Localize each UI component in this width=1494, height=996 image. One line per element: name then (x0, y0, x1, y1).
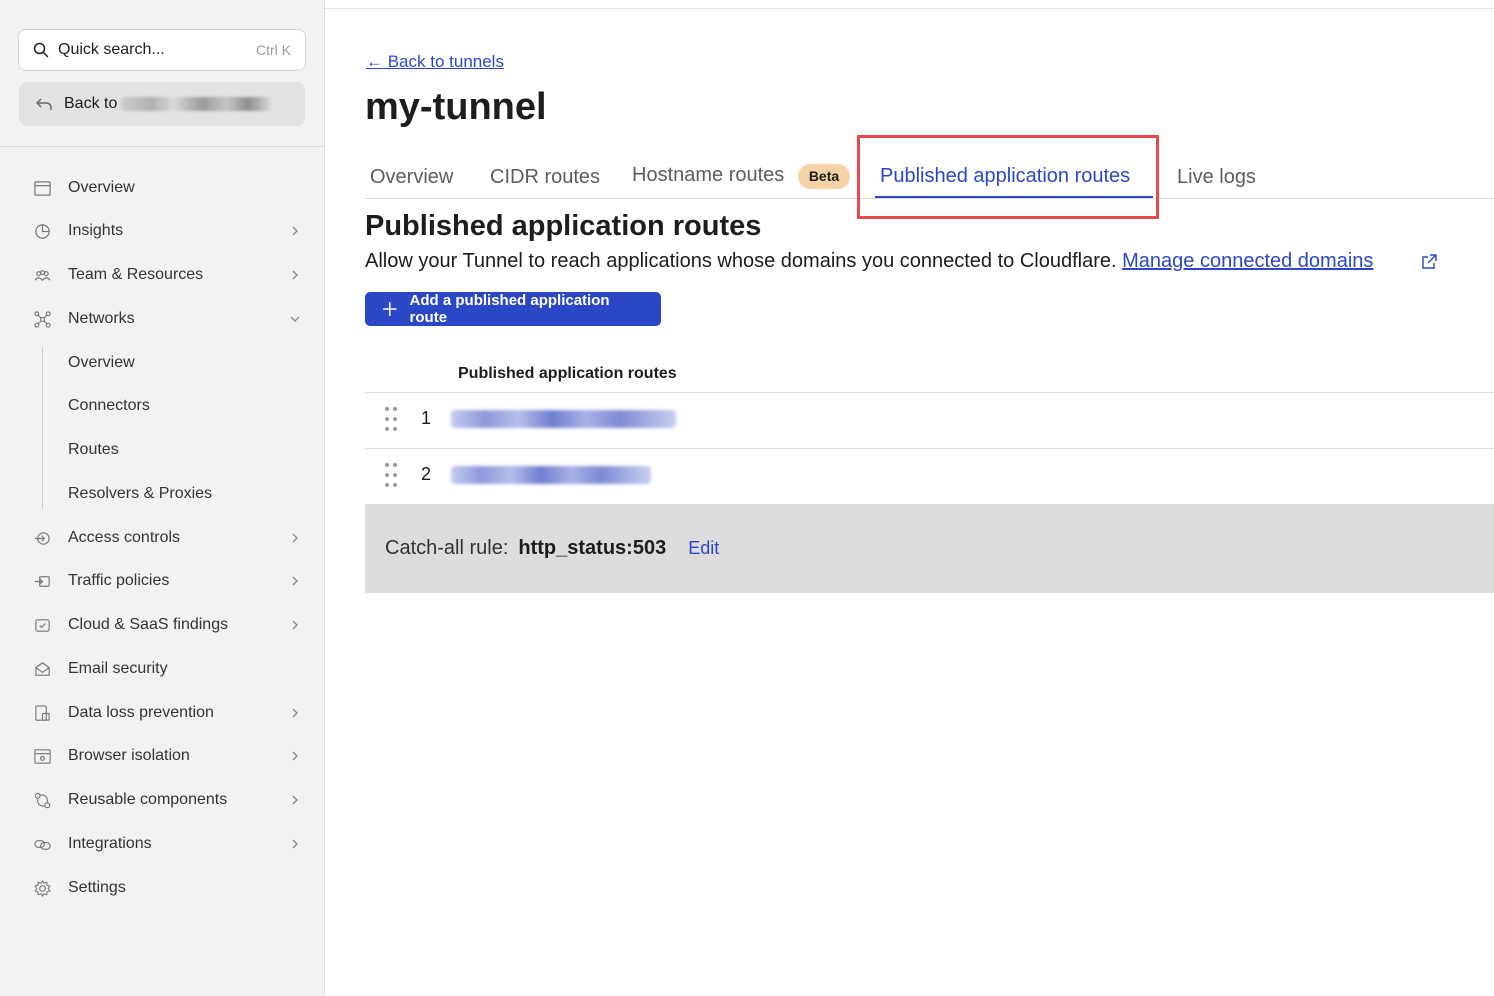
manage-connected-domains-link[interactable]: Manage connected domains (1122, 250, 1373, 272)
sidebar-item-label: Settings (68, 879, 126, 896)
networks-icon (34, 310, 51, 328)
plus-icon (382, 302, 397, 316)
sidebar-item-label: Email security (68, 660, 168, 677)
drag-handle-icon[interactable] (384, 462, 398, 488)
section-description: Allow your Tunnel to reach applications … (365, 250, 1373, 273)
sidebar-item-label: Team & Resources (68, 266, 204, 283)
sidebar-item-data-loss-prevention[interactable]: Data loss prevention (33, 698, 301, 728)
drag-handle-icon[interactable] (384, 406, 398, 432)
sidebar-subitem-routes[interactable]: Routes (68, 438, 119, 462)
sidebar-subitem-resolvers-proxies[interactable]: Resolvers & Proxies (68, 482, 212, 506)
chevron-right-icon (292, 839, 298, 849)
sidebar-item-networks[interactable]: Networks (33, 304, 301, 334)
sidebar-item-label: Overview (68, 179, 135, 196)
sidebar-divider (0, 146, 324, 147)
chevron-right-icon (292, 620, 298, 630)
table-header-divider (365, 392, 1494, 393)
chevron-right-icon (292, 226, 298, 236)
back-to-label: Back to (64, 95, 118, 112)
integrations-icon (34, 839, 51, 850)
sidebar-item-label: Networks (68, 310, 135, 327)
access-icon (34, 531, 50, 545)
catch-all-label: Catch-all rule: (385, 537, 509, 559)
components-icon (34, 792, 51, 808)
chevron-down-icon (290, 316, 300, 322)
tab-live-logs[interactable]: Live logs (1177, 163, 1256, 191)
chevron-right-icon (292, 533, 298, 543)
back-to-account-button[interactable]: Back to (19, 82, 305, 126)
chevron-right-icon (292, 708, 298, 718)
catch-all-edit-link[interactable]: Edit (688, 538, 719, 559)
row-number: 1 (421, 408, 432, 428)
sidebar-subitem-overview[interactable]: Overview (68, 351, 135, 375)
sidebar-item-traffic-policies[interactable]: Traffic policies (33, 566, 301, 596)
redacted-route-hostname[interactable] (451, 410, 676, 428)
back-to-tunnels-link[interactable]: ← Back to tunnels (366, 52, 504, 72)
sidebar-item-browser-isolation[interactable]: Browser isolation (33, 741, 301, 771)
sidebar-item-cloud-saas-findings[interactable]: Cloud & SaaS findings (33, 610, 301, 640)
overview-icon (34, 180, 51, 196)
beta-badge: Beta (798, 164, 850, 189)
sidebar-subitem-connectors[interactable]: Connectors (68, 394, 150, 418)
team-icon (34, 269, 51, 281)
search-placeholder: Quick search... (58, 41, 165, 58)
sidebar-item-label: Access controls (68, 529, 181, 546)
sidebar-item-insights[interactable]: Insights (33, 216, 301, 246)
browser-icon (34, 748, 51, 764)
add-published-application-route-button[interactable]: Add a published application route (365, 292, 661, 326)
redacted-route-hostname[interactable] (451, 466, 651, 484)
table-row-divider (365, 448, 1494, 449)
table-column-header: Published application routes (458, 365, 677, 382)
section-description-text: Allow your Tunnel to reach applications … (365, 250, 1117, 272)
page-title: my-tunnel (365, 86, 547, 128)
traffic-icon (34, 575, 50, 587)
settings-icon (34, 879, 51, 897)
tab-hostname-routes[interactable]: Hostname routes (632, 161, 784, 189)
sidebar-item-label: Integrations (68, 835, 152, 852)
dlp-icon (35, 704, 50, 721)
sidebar-item-access-controls[interactable]: Access controls (33, 523, 301, 553)
sidebar-item-overview[interactable]: Overview (33, 173, 301, 203)
add-button-label: Add a published application route (409, 292, 610, 326)
catch-all-rule-panel: Catch-all rule: http_status:503 Edit (365, 504, 1494, 593)
chevron-right-icon (292, 795, 298, 805)
cloud-icon (35, 618, 50, 632)
chevron-right-icon (292, 751, 298, 761)
top-border (325, 8, 1494, 9)
networks-subnav-line (42, 347, 43, 509)
sidebar-item-label: Cloud & SaaS findings (68, 616, 229, 633)
catch-all-value: http_status:503 (518, 537, 667, 559)
tab-cidr-routes[interactable]: CIDR routes (490, 163, 600, 191)
sidebar-item-label: Traffic policies (68, 572, 170, 589)
search-icon (33, 42, 49, 58)
chevron-right-icon (292, 270, 298, 280)
sidebar-item-label: Data loss prevention (68, 704, 214, 721)
email-icon (35, 661, 50, 676)
sidebar-item-email-security[interactable]: Email security (33, 654, 301, 684)
redacted-account-name (121, 97, 272, 111)
search-shortcut: Ctrl K (256, 42, 291, 58)
sidebar-item-label: Reusable components (68, 791, 228, 808)
sidebar-item-reusable-components[interactable]: Reusable components (33, 785, 301, 815)
sidebar-item-settings[interactable]: Settings (33, 873, 301, 903)
row-number: 2 (421, 464, 432, 484)
sidebar-item-label: Insights (68, 222, 124, 239)
chevron-right-icon (292, 576, 298, 586)
section-title: Published application routes (365, 210, 762, 242)
sidebar-item-team-resources[interactable]: Team & Resources (33, 260, 301, 290)
tab-overview[interactable]: Overview (370, 163, 453, 191)
external-link-icon[interactable] (1420, 253, 1438, 271)
sidebar-item-integrations[interactable]: Integrations (33, 829, 301, 859)
sidebar: Quick search... Ctrl K Back to Overview … (0, 0, 325, 996)
search-input[interactable]: Quick search... Ctrl K (18, 29, 306, 71)
highlight-annotation-box (857, 135, 1159, 219)
back-arrow-icon (36, 98, 52, 110)
sidebar-item-label: Browser isolation (68, 747, 190, 764)
insights-icon (35, 223, 50, 239)
